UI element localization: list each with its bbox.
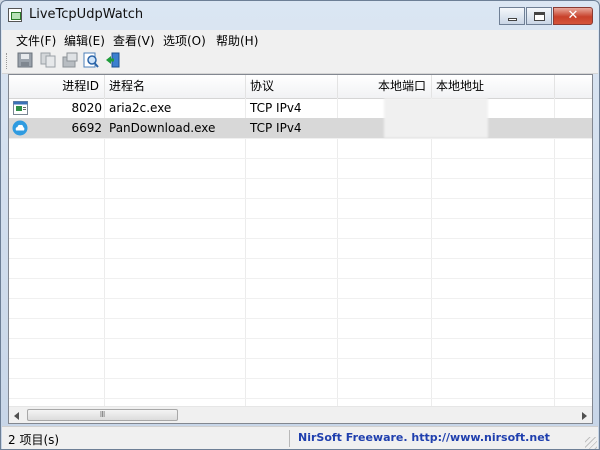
grid-line [9,138,592,139]
column-header-protocol[interactable]: 协议 [246,75,338,98]
cell-protocol: TCP IPv4 [250,121,302,135]
redacted-region [384,98,488,138]
menu-bar: 文件(F) 编辑(E) 查看(V) 选项(O) 帮助(H) [2,30,598,50]
copy-icon[interactable] [40,52,56,68]
window-title: LiveTcpUdpWatch [29,7,144,22]
grid-line [9,298,592,299]
close-icon: ✕ [567,8,579,23]
grid-line [9,238,592,239]
arrow-left-icon [14,412,19,420]
column-divider [104,98,105,407]
connections-list[interactable]: 进程ID 进程名 协议 本地端口 本地地址 8020 aria2c.exe TC… [8,74,593,424]
grid-line [9,278,592,279]
cell-process-id: 8020 [71,101,102,115]
menu-options[interactable]: 选项(O) [163,32,206,49]
main-window: LiveTcpUdpWatch ✕ 文件(F) 编辑(E) 查看(V) 选项(O… [0,0,600,450]
column-divider [245,98,246,407]
nirsoft-link[interactable]: NirSoft Freeware. http://www.nirsoft.net [298,431,550,444]
column-header-next[interactable] [555,75,592,98]
maximize-button[interactable] [526,7,552,25]
scroll-left-button[interactable] [9,407,26,423]
toolbar [2,49,598,74]
grid-line [9,338,592,339]
find-icon[interactable] [83,52,99,68]
grid-line [9,378,592,379]
properties-icon[interactable] [62,52,78,68]
column-header-process-id[interactable]: 进程ID [9,75,105,98]
grid-line [9,398,592,399]
menu-file[interactable]: 文件(F) [16,32,56,49]
column-divider [431,98,432,407]
grid-line [9,358,592,359]
grid-line [9,258,592,259]
close-button[interactable]: ✕ [553,7,593,25]
minimize-button[interactable] [499,7,525,25]
item-count: 2 项目(s) [8,433,60,447]
exit-icon[interactable] [105,52,121,68]
column-header-process-name[interactable]: 进程名 [105,75,246,98]
table-row[interactable]: 8020 aria2c.exe TCP IPv4 [9,98,592,118]
cell-process-id: 6692 [71,121,102,135]
caption-buttons: ✕ [498,7,593,25]
cell-process-name: PanDownload.exe [109,121,216,135]
table-row[interactable]: 6692 PanDownload.exe TCP IPv4 [9,118,592,138]
column-divider [337,98,338,407]
status-bar: 2 项目(s) NirSoft Freeware. http://www.nir… [2,426,598,449]
menu-view[interactable]: 查看(V) [113,32,155,49]
grid-line [9,218,592,219]
grid-line [9,178,592,179]
column-header-local-address[interactable]: 本地地址 [432,75,555,98]
status-divider [289,430,290,447]
arrow-right-icon [582,412,587,420]
save-icon[interactable] [17,52,33,68]
menu-help[interactable]: 帮助(H) [216,32,258,49]
column-header-local-port[interactable]: 本地端口 [338,75,432,98]
list-header: 进程ID 进程名 协议 本地端口 本地地址 [9,75,592,99]
cell-protocol: TCP IPv4 [250,101,302,115]
app-icon[interactable] [8,8,22,22]
grid-line [9,318,592,319]
scroll-thumb[interactable]: Ⅲ [27,409,178,421]
menu-edit[interactable]: 编辑(E) [64,32,105,49]
toolbar-grip[interactable] [6,53,9,69]
grid-line [9,198,592,199]
resize-grip[interactable] [585,437,597,449]
title-bar[interactable]: LiveTcpUdpWatch ✕ [1,1,599,31]
column-divider [554,98,555,407]
cell-process-name: aria2c.exe [109,101,172,115]
scroll-right-button[interactable] [575,407,592,423]
horizontal-scrollbar[interactable]: Ⅲ [9,406,592,423]
grid-line [9,158,592,159]
